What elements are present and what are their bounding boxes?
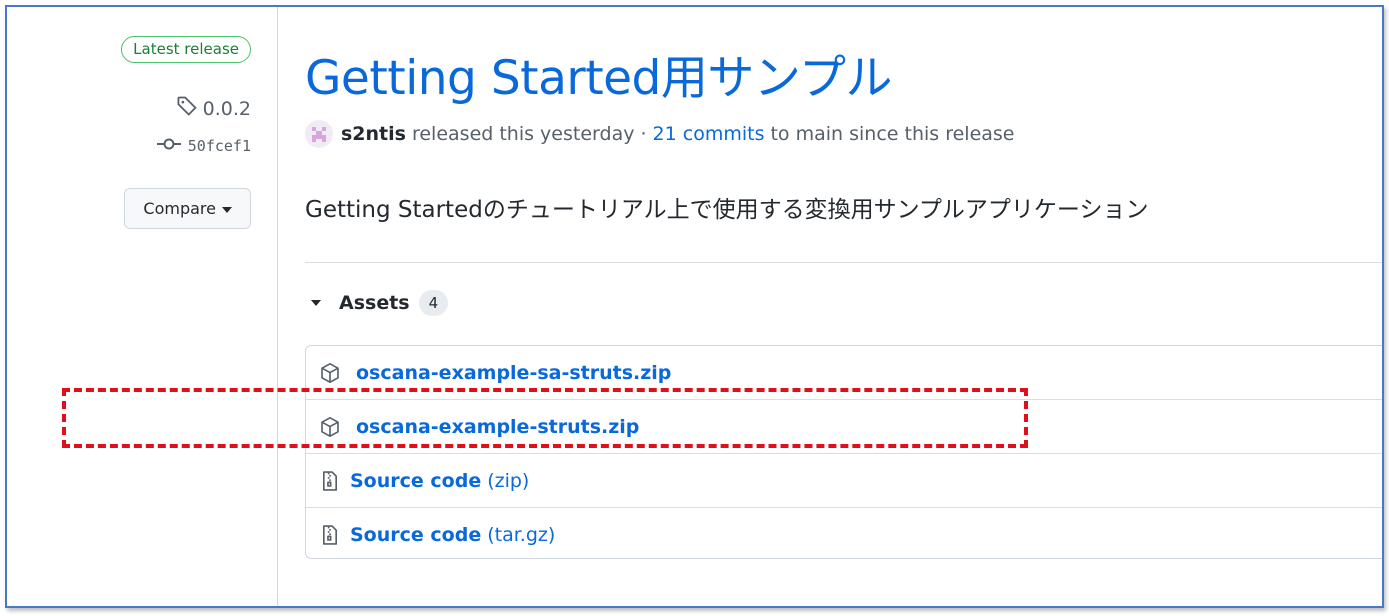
package-icon	[319, 362, 341, 384]
release-sidebar: Latest release 0.0.2 50fcef1 Compare	[7, 7, 278, 606]
asset-row[interactable]: Source code (tar.gz)	[306, 508, 1382, 561]
screenshot-frame: Latest release 0.0.2 50fcef1 Compare Get…	[5, 5, 1384, 608]
asset-link[interactable]: oscana-example-struts.zip	[356, 416, 639, 438]
asset-link[interactable]: Source code	[350, 470, 481, 492]
asset-row[interactable]: oscana-example-struts.zip	[306, 400, 1382, 454]
avatar[interactable]	[305, 120, 333, 148]
tag-label: 0.0.2	[202, 97, 251, 120]
release-description: Getting Startedのチュートリアル上で使用する変換用サンプルアプリケ…	[305, 197, 1149, 223]
release-title[interactable]: Getting Started用サンプル	[305, 39, 892, 108]
tag-icon	[176, 95, 198, 122]
asset-link[interactable]: oscana-example-sa-struts.zip	[356, 362, 671, 384]
commit-icon	[156, 137, 181, 155]
chevron-down-icon	[222, 206, 232, 213]
assets-toggle[interactable]: Assets 4	[305, 290, 449, 316]
package-icon	[319, 416, 341, 438]
triangle-down-icon	[311, 300, 321, 306]
divider	[305, 262, 1382, 263]
asset-row[interactable]: oscana-example-sa-struts.zip	[306, 346, 1382, 400]
commits-link[interactable]: 21 commits	[653, 123, 765, 145]
commit-sha: 50fcef1	[187, 137, 251, 155]
compare-button[interactable]: Compare	[124, 188, 251, 229]
assets-list: oscana-example-sa-struts.zip oscana-exam…	[305, 345, 1382, 561]
compare-label: Compare	[143, 199, 216, 218]
latest-release-badge: Latest release	[121, 36, 251, 63]
assets-label: Assets	[339, 292, 410, 314]
asset-row[interactable]: Source code (zip)	[306, 454, 1382, 508]
released-text: released this yesterday ·	[411, 123, 647, 145]
asset-format[interactable]: (zip)	[487, 470, 529, 492]
release-meta: s2ntis released this yesterday · 21 comm…	[305, 120, 1015, 148]
author-link[interactable]: s2ntis	[341, 123, 406, 145]
commit-link[interactable]: 50fcef1	[156, 137, 251, 155]
release-main: Getting Started用サンプル s2ntis released thi…	[305, 7, 1382, 606]
assets-count-badge: 4	[418, 290, 449, 316]
file-zip-icon	[319, 470, 341, 492]
tag-link[interactable]: 0.0.2	[176, 95, 251, 122]
asset-link[interactable]: Source code	[350, 524, 481, 546]
file-zip-icon	[319, 524, 341, 546]
since-text: to main since this release	[770, 123, 1015, 145]
asset-format[interactable]: (tar.gz)	[487, 524, 555, 546]
